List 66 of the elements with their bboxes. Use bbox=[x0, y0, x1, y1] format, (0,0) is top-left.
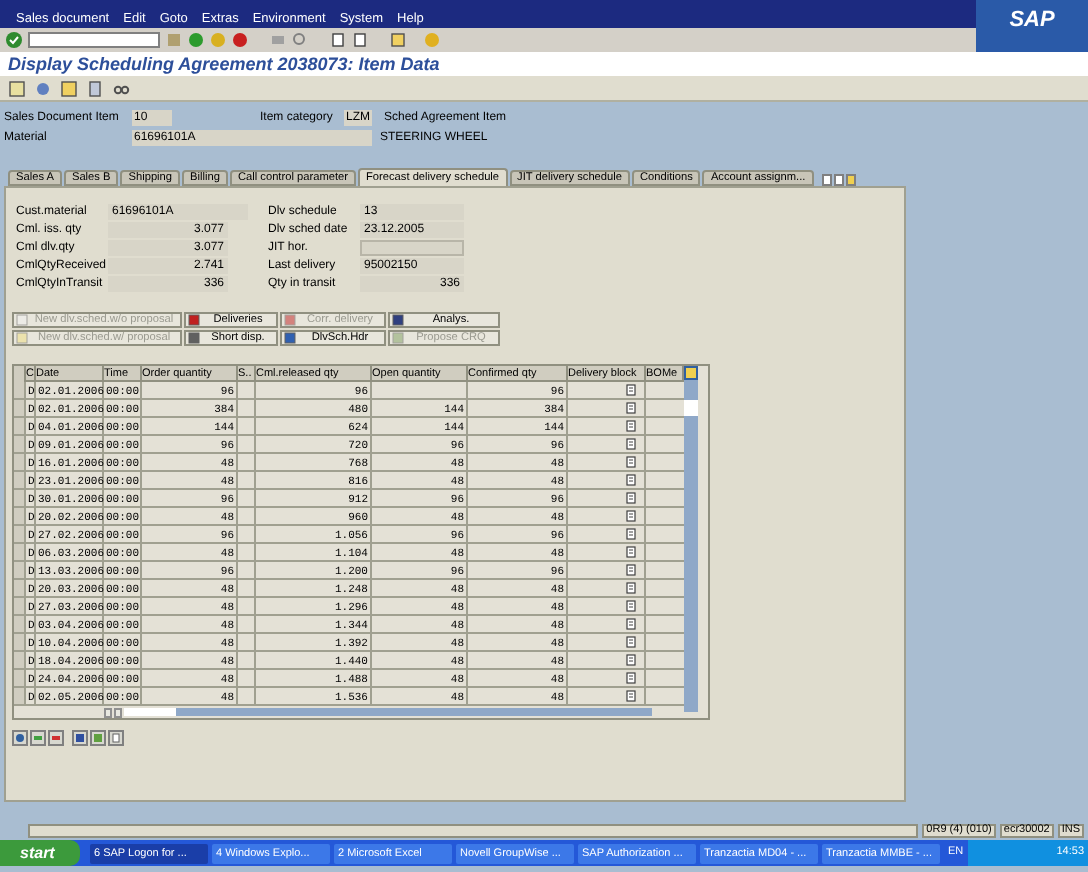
list-icon[interactable] bbox=[626, 546, 636, 558]
empty-cell bbox=[238, 562, 256, 580]
empty-cell bbox=[238, 616, 256, 634]
empty-cell bbox=[238, 508, 256, 526]
column-settings-icon[interactable] bbox=[684, 366, 698, 380]
command-field[interactable] bbox=[28, 32, 160, 48]
page-icon[interactable] bbox=[86, 79, 104, 97]
list-icon[interactable] bbox=[626, 402, 636, 414]
document-icon[interactable] bbox=[60, 79, 78, 97]
empty-field bbox=[360, 240, 464, 256]
list-icon[interactable] bbox=[626, 510, 636, 522]
list-icon[interactable] bbox=[626, 618, 636, 630]
empty-cell bbox=[372, 382, 468, 400]
empty-cell bbox=[238, 400, 256, 418]
scroll-right-button[interactable] bbox=[114, 707, 122, 717]
list-icon[interactable] bbox=[626, 420, 636, 432]
list-icon[interactable] bbox=[626, 438, 636, 450]
deselect-icon[interactable] bbox=[90, 730, 106, 746]
empty-cell bbox=[238, 544, 256, 562]
list-icon[interactable] bbox=[626, 456, 636, 468]
empty-cell bbox=[238, 526, 256, 544]
delete-row-icon[interactable] bbox=[48, 730, 64, 746]
list-icon[interactable] bbox=[626, 600, 636, 612]
scroll-left-button[interactable] bbox=[104, 707, 112, 717]
list-icon[interactable] bbox=[626, 384, 636, 396]
vertical-scrollbar[interactable] bbox=[684, 380, 698, 712]
list-icon[interactable] bbox=[626, 528, 636, 540]
page-icon bbox=[392, 332, 404, 344]
page-icon[interactable] bbox=[108, 730, 124, 746]
start-button[interactable]: start bbox=[0, 840, 80, 866]
tab-list-button[interactable] bbox=[845, 174, 856, 186]
horizontal-scrollbar[interactable] bbox=[124, 708, 652, 716]
select-all-cell[interactable] bbox=[14, 366, 26, 382]
find-icon[interactable] bbox=[292, 32, 308, 48]
list-icon[interactable] bbox=[626, 636, 636, 648]
empty-cell bbox=[238, 580, 256, 598]
empty-cell bbox=[238, 454, 256, 472]
empty-cell bbox=[238, 634, 256, 652]
list-icon[interactable] bbox=[626, 492, 636, 504]
empty-cell bbox=[238, 670, 256, 688]
cancel-icon[interactable] bbox=[232, 32, 248, 48]
page-title: Display Scheduling Agreement 2038073: Item Data bbox=[0, 52, 1088, 76]
list-icon[interactable] bbox=[626, 564, 636, 576]
refresh-icon[interactable] bbox=[12, 730, 28, 746]
back-icon[interactable] bbox=[188, 32, 204, 48]
empty-cell bbox=[238, 490, 256, 508]
empty-cell bbox=[238, 436, 256, 454]
list-icon[interactable] bbox=[626, 690, 636, 702]
check-icon[interactable] bbox=[6, 32, 22, 48]
empty-cell bbox=[238, 472, 256, 490]
window-icon[interactable] bbox=[390, 32, 406, 48]
document-icon[interactable] bbox=[8, 79, 26, 97]
list-icon[interactable] bbox=[626, 672, 636, 684]
add-row-icon[interactable] bbox=[30, 730, 46, 746]
tab-scroll-right-button[interactable] bbox=[833, 174, 844, 186]
list-icon[interactable] bbox=[626, 582, 636, 594]
tab-scroll-left-button[interactable] bbox=[821, 174, 832, 186]
empty-cell bbox=[238, 418, 256, 436]
list-icon[interactable] bbox=[626, 474, 636, 486]
sap-logo: SAP bbox=[976, 0, 1088, 52]
empty-cell bbox=[238, 382, 256, 400]
list-icon[interactable] bbox=[626, 654, 636, 666]
empty-cell bbox=[238, 688, 256, 706]
empty-cell bbox=[238, 652, 256, 670]
select-all-icon[interactable] bbox=[72, 730, 88, 746]
empty-cell bbox=[238, 598, 256, 616]
